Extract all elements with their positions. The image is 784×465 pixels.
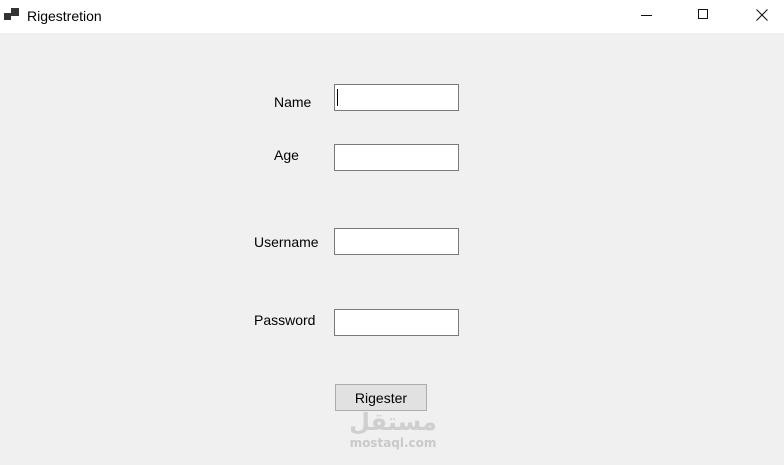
maximize-icon [698,9,708,19]
name-label: Name [274,94,312,110]
close-button[interactable] [738,0,784,32]
app-window: Rigestretion Name Age Username Password … [0,0,784,465]
username-label: Username [254,234,319,250]
close-icon [756,9,768,21]
watermark-url: mostaql.com [349,436,437,450]
age-label: Age [274,147,299,163]
register-button[interactable]: Rigester [335,384,427,411]
password-label: Password [254,312,316,328]
watermark-arabic: مستقل [349,408,437,436]
name-input[interactable] [334,84,459,111]
minimize-button[interactable] [624,0,670,32]
title-bar[interactable]: Rigestretion [0,0,784,33]
minimize-icon [641,15,652,16]
username-input[interactable] [334,228,459,255]
watermark-logo: مستقل mostaql.com [346,408,440,450]
age-input[interactable] [334,144,459,171]
text-caret [337,89,338,106]
maximize-button[interactable] [680,0,726,32]
app-icon [4,8,20,22]
window-title: Rigestretion [27,8,102,24]
password-input[interactable] [334,309,459,336]
